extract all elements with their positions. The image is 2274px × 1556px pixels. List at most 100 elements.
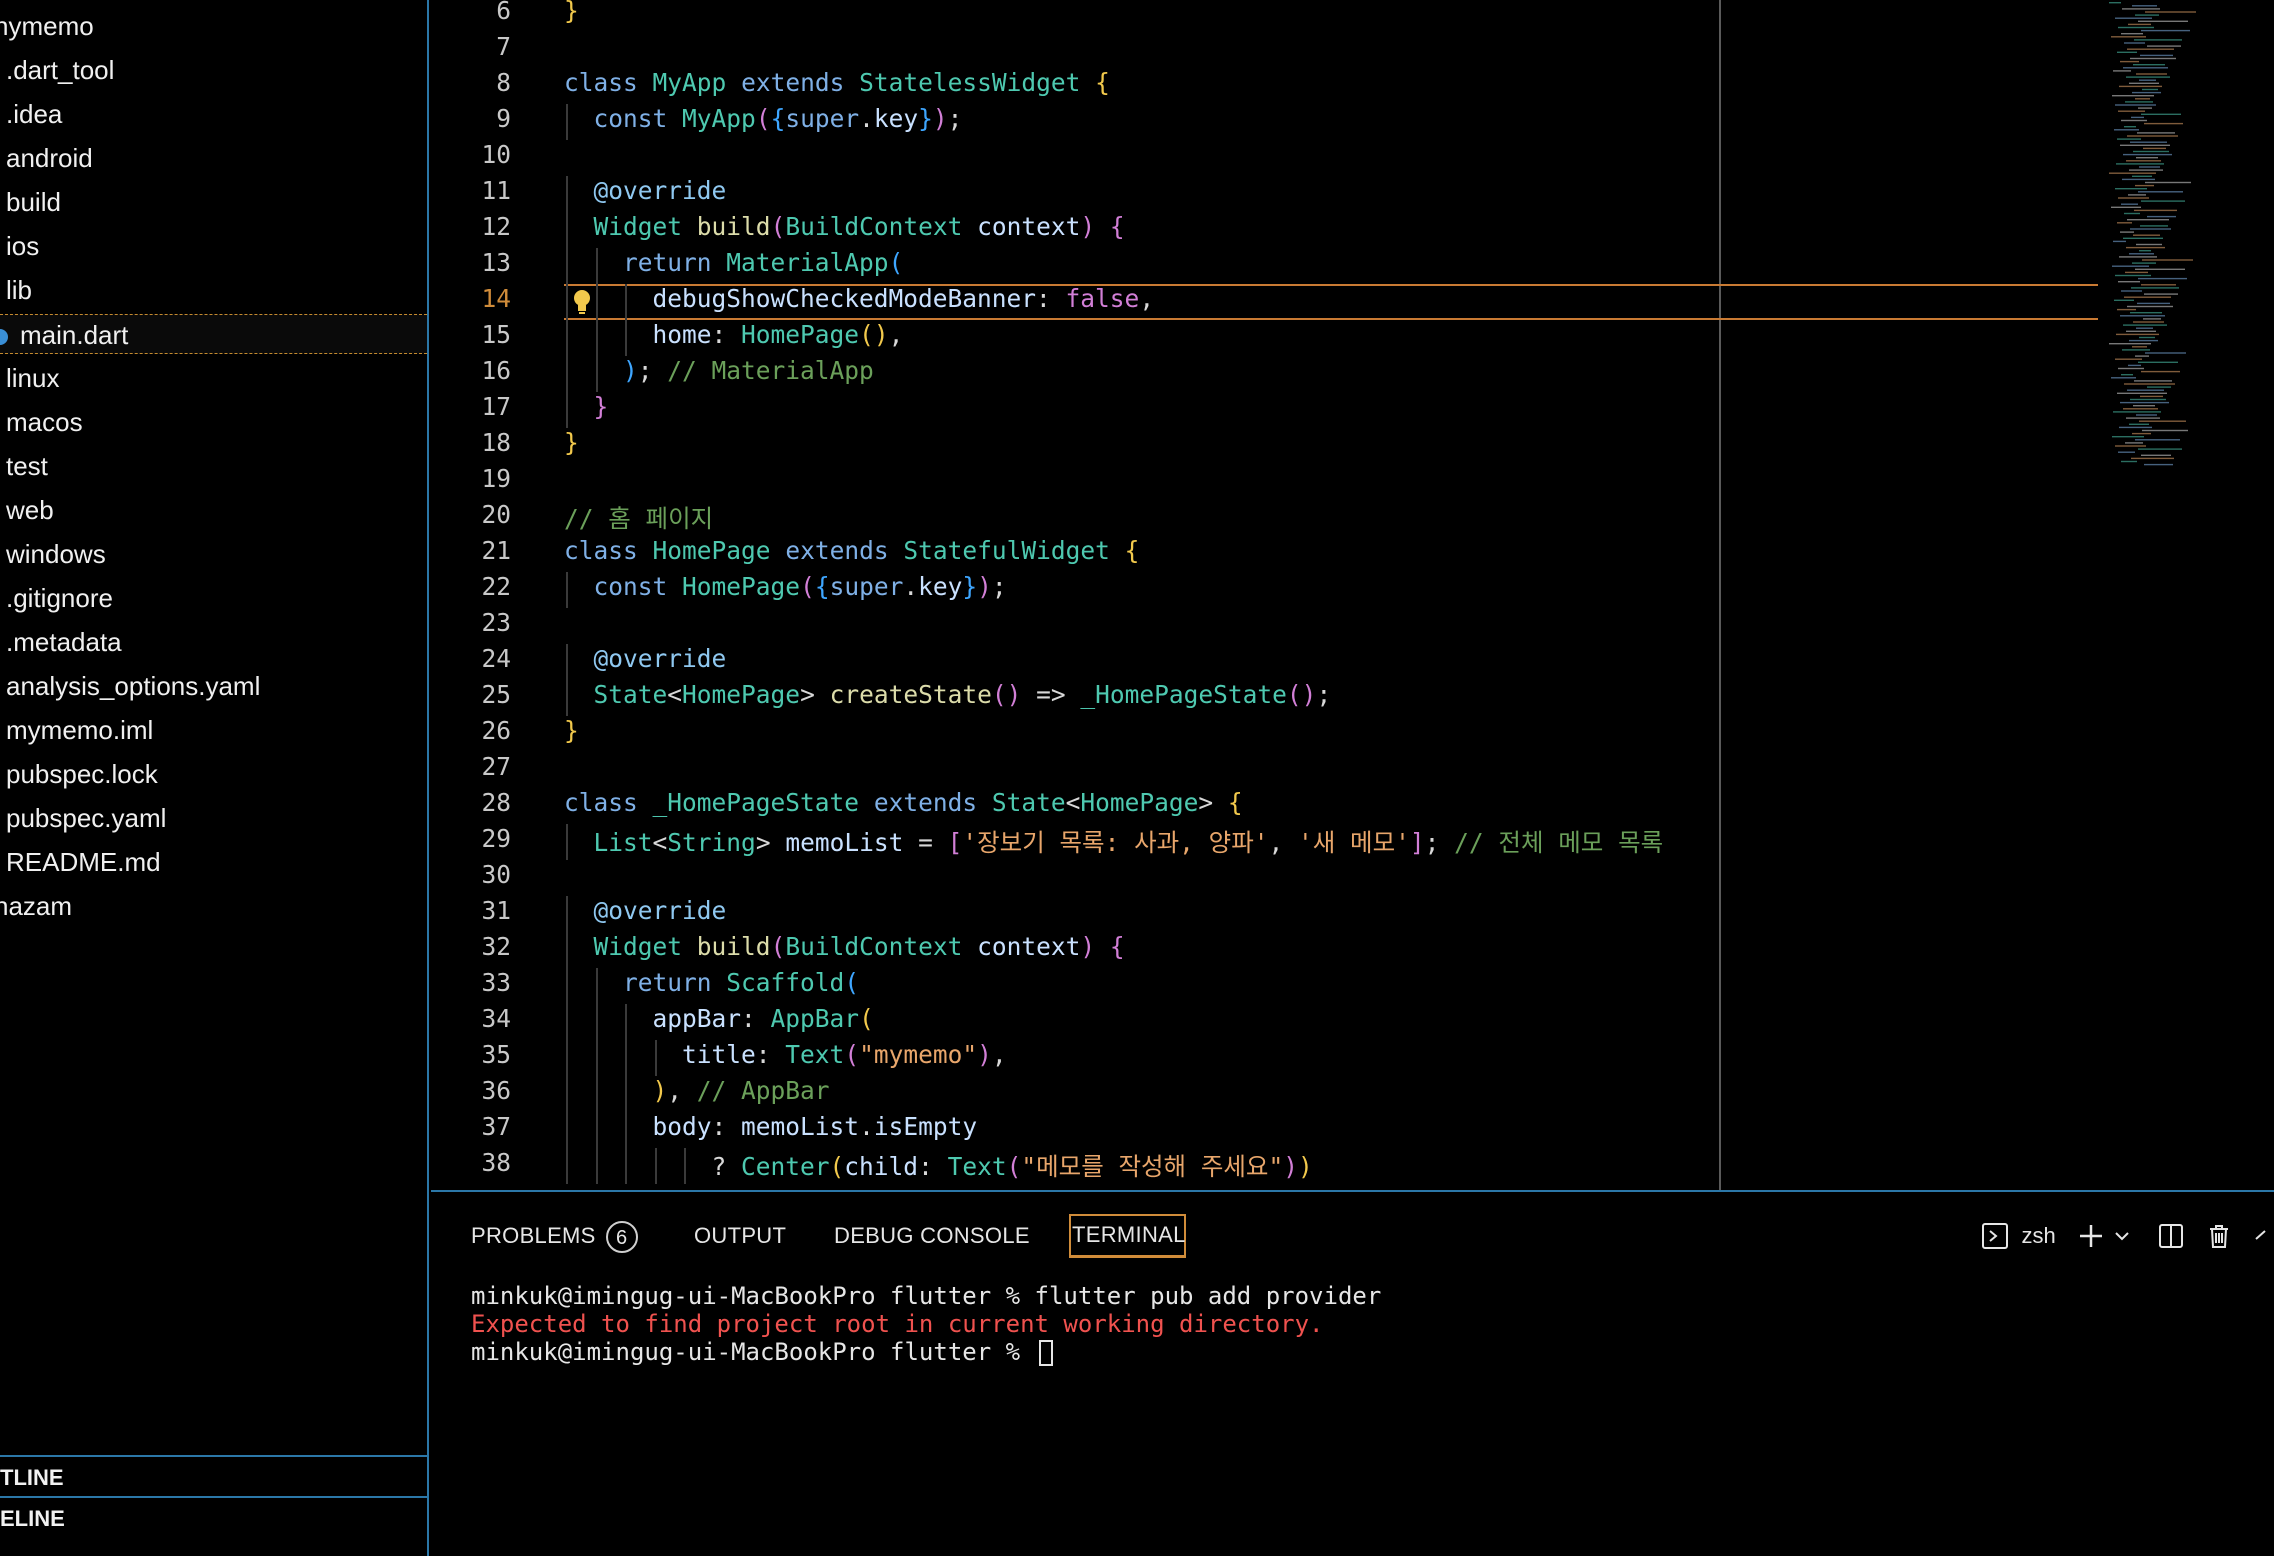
line-number: 13 — [481, 248, 511, 277]
line-number: 16 — [481, 356, 511, 385]
terminal-line: minkuk@imingug-ui-MacBookPro flutter % f… — [471, 1282, 1382, 1310]
code-line[interactable]: State<HomePage> createState() => _HomePa… — [564, 680, 1332, 709]
explorer-item[interactable]: mymemo.iml — [6, 710, 153, 750]
code-line[interactable]: title: Text("mymemo"), — [564, 1040, 1007, 1069]
explorer-item-label: .dart_tool — [6, 55, 115, 85]
code-line[interactable]: class _HomePageState extends State<HomeP… — [564, 788, 1243, 817]
minimap-line — [2120, 401, 2169, 404]
kill-terminal-button[interactable] — [2205, 1214, 2233, 1258]
explorer-item-label: main.dart — [20, 320, 129, 350]
tab-output[interactable]: OUTPUT — [694, 1214, 786, 1258]
explorer-item[interactable]: build — [6, 182, 61, 222]
minimap-line — [2120, 231, 2134, 233]
new-terminal-button[interactable] — [2077, 1214, 2105, 1258]
indent-guide — [625, 1076, 627, 1112]
code-line[interactable]: } — [564, 716, 579, 745]
code-line[interactable]: class MyApp extends StatelessWidget { — [564, 68, 1110, 97]
code-line[interactable]: const MyApp({super.key}); — [564, 104, 963, 133]
code-line[interactable]: // 홈 페이지 — [564, 500, 713, 535]
minimap-line — [2138, 277, 2187, 280]
split-terminal-button[interactable] — [2157, 1214, 2185, 1258]
minimap-line — [2132, 346, 2147, 348]
explorer-item-label: windows — [6, 539, 106, 569]
minimap-line — [2134, 380, 2172, 382]
explorer-item[interactable]: ios — [6, 226, 39, 266]
explorer-item[interactable]: pubspec.yaml — [6, 798, 166, 838]
code-line[interactable]: ? Center(child: Text("메모를 작성해 주세요")) — [564, 1148, 1313, 1183]
terminal-icon — [1982, 1223, 2008, 1249]
minimap-line — [2114, 129, 2139, 131]
indent-guide — [684, 1148, 686, 1184]
explorer-item[interactable]: .gitignore — [6, 578, 113, 618]
terminal-shell-selector[interactable]: zsh — [1981, 1214, 2056, 1258]
minimap-line — [2140, 54, 2173, 57]
indent-guide — [595, 320, 598, 356]
terminal-launch-profile-button[interactable] — [2113, 1214, 2131, 1258]
code-line[interactable]: const HomePage({super.key}); — [564, 572, 1007, 601]
explorer-item[interactable]: .idea — [6, 94, 62, 134]
timeline-section-header[interactable]: ELINE — [0, 1496, 427, 1538]
explorer-item[interactable]: lib — [6, 270, 32, 310]
code-editor[interactable]: 6 7 8 9 10 11 12 13 14 15 16 17 18 19 20 21 22 23 24 25 26 27… — [431, 0, 2274, 1190]
minimap-line — [2118, 110, 2145, 112]
code-line[interactable]: } — [564, 0, 579, 25]
code-line[interactable]: Widget build(BuildContext context) { — [564, 212, 1125, 241]
minimap-line — [2121, 203, 2138, 205]
minimap-line — [2117, 138, 2141, 140]
code-line[interactable]: return MaterialApp( — [564, 248, 903, 277]
code-line[interactable]: home: HomePage(), — [564, 320, 904, 349]
explorer-item[interactable]: .metadata — [6, 622, 122, 662]
minimap-line — [2130, 398, 2166, 401]
code-line[interactable]: List<String> memoList = ['장보기 목록: 사과, 양파… — [564, 824, 1664, 859]
tab-debug-console[interactable]: DEBUG CONSOLE — [834, 1214, 1030, 1258]
explorer-item[interactable]: hazam — [0, 886, 72, 926]
line-number: 26 — [481, 716, 511, 745]
minimap-line — [2123, 67, 2168, 69]
explorer-item[interactable]: test — [6, 446, 48, 486]
line-number: 19 — [481, 464, 511, 493]
minimap[interactable] — [2101, 0, 2274, 470]
file-item-selected[interactable]: main.dart — [0, 314, 427, 354]
code-line[interactable]: class HomePage extends StatefulWidget { — [564, 536, 1139, 565]
terminal-output[interactable]: minkuk@imingug-ui-MacBookPro flutter % f… — [471, 1282, 1381, 1366]
editor-ruler — [1719, 0, 1721, 1190]
code-line[interactable]: @override — [564, 176, 727, 205]
code-line[interactable]: ); // MaterialApp — [564, 356, 874, 385]
explorer-item[interactable]: nymemo — [0, 6, 94, 46]
code-line[interactable]: } — [564, 392, 609, 421]
tab-terminal[interactable]: TERMINAL — [1069, 1214, 1186, 1258]
minimap-line — [2117, 392, 2167, 394]
minimap-line — [2141, 454, 2171, 456]
explorer-item[interactable]: windows — [6, 534, 106, 574]
explorer-item[interactable]: android — [6, 138, 93, 178]
line-number: 9 — [496, 104, 511, 133]
code-line[interactable]: debugShowCheckedModeBanner: false, — [564, 284, 1155, 313]
explorer-item[interactable]: README.md — [6, 842, 161, 882]
minimap-line — [2116, 333, 2159, 336]
code-line[interactable]: return Scaffold( — [564, 968, 859, 997]
bottom-panel: PROBLEMS 6 OUTPUT DEBUG CONSOLE TERMINAL … — [431, 1190, 2274, 1556]
maximize-panel-button[interactable] — [2253, 1214, 2271, 1258]
code-line[interactable]: @override — [564, 644, 727, 673]
explorer-item-label: nymemo — [0, 11, 94, 41]
explorer-item[interactable]: analysis_options.yaml — [6, 666, 260, 706]
tab-problems[interactable]: PROBLEMS 6 — [471, 1214, 638, 1258]
indent-guide — [566, 1112, 568, 1148]
outline-section-header[interactable]: TLINE — [0, 1455, 427, 1497]
explorer-item[interactable]: macos — [6, 402, 83, 442]
indent-guide — [566, 320, 568, 356]
explorer-item-label: .metadata — [6, 627, 122, 657]
explorer-item[interactable]: web — [6, 490, 54, 530]
minimap-line — [2113, 70, 2131, 72]
code-line[interactable]: ), // AppBar — [564, 1076, 830, 1105]
code-line[interactable]: appBar: AppBar( — [564, 1004, 874, 1033]
explorer-item[interactable]: linux — [6, 358, 59, 398]
explorer-item[interactable]: .dart_tool — [6, 50, 114, 90]
code-line[interactable]: @override — [564, 896, 727, 925]
code-line[interactable]: } — [564, 428, 579, 457]
explorer-item[interactable]: pubspec.lock — [6, 754, 158, 794]
minimap-line — [2109, 172, 2156, 174]
indent-guide — [566, 176, 568, 212]
code-line[interactable]: Widget build(BuildContext context) { — [564, 932, 1125, 961]
line-number: 32 — [481, 932, 511, 961]
